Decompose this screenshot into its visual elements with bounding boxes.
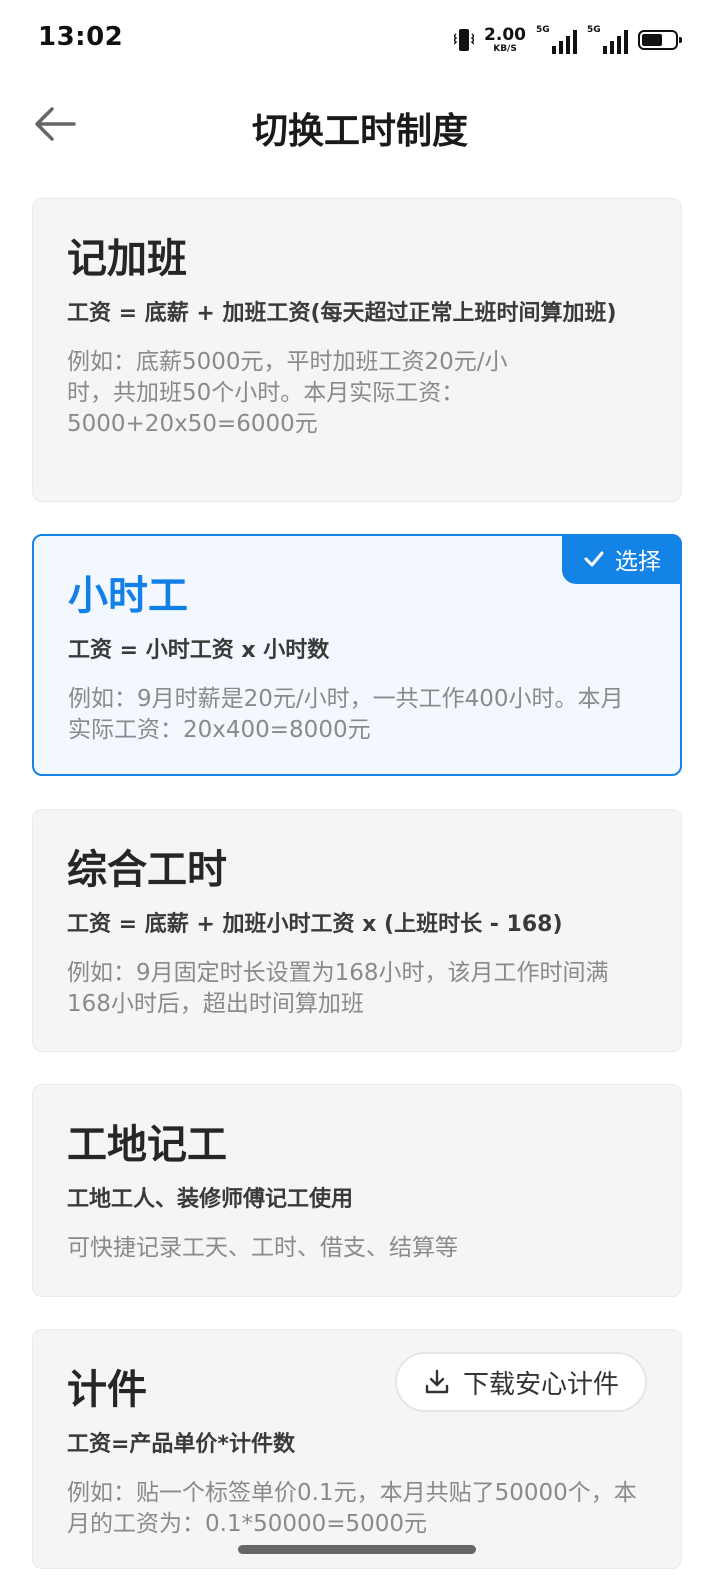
card-formula: 工资 = 底薪 + 加班工资(每天超过正常上班时间算加班) (67, 301, 617, 326)
network-speed: 2.00 KB/S (484, 24, 526, 54)
card-title: 记加班 (67, 236, 187, 282)
signal-2-label: 5G (587, 25, 601, 35)
card-comprehensive-hours[interactable]: 综合工时 工资 = 底薪 + 加班小时工资 x (上班时长 - 168) 例如：… (32, 809, 682, 1052)
download-icon (425, 1369, 449, 1394)
card-example: 例如：贴一个标签单价0.1元，本月共贴了50000个，本月的工资为：0.1*50… (67, 1480, 637, 1537)
card-formula: 工资 = 底薪 + 加班小时工资 x (上班时长 - 168) (67, 912, 563, 937)
card-formula: 工资 = 小时工资 x 小时数 (68, 638, 330, 663)
home-indicator[interactable] (238, 1545, 476, 1554)
download-app-label: 下载安心计件 (462, 1369, 619, 1400)
signal-5g-icon-2: 5G (587, 25, 628, 54)
card-construction[interactable]: 工地记工 工地工人、装修师傅记工使用 可快捷记录工天、工时、借支、结算等 (32, 1084, 682, 1297)
header: 切换工时制度 (0, 88, 720, 160)
card-overtime[interactable]: 记加班 工资 = 底薪 + 加班工资(每天超过正常上班时间算加班) 例如：底薪5… (32, 198, 682, 502)
selected-badge-label: 选择 (615, 549, 661, 575)
status-bar: 13:02 2.00 KB/S 5G 5G (0, 0, 720, 80)
check-icon (584, 551, 604, 567)
page-title: 切换工时制度 (251, 111, 468, 152)
card-example: 例如：底薪5000元，平时加班工资20元/小时，共加班50个小时。本月实际工资：… (67, 349, 508, 437)
card-hourly[interactable]: 选择 小时工 工资 = 小时工资 x 小时数 例如：9月时薪是20元/小时，一共… (32, 534, 682, 776)
card-example: 例如：9月固定时长设置为168小时，该月工作时间满168小时后，超出时间算加班 (67, 960, 609, 1017)
download-app-button[interactable]: 下载安心计件 (395, 1352, 647, 1412)
signal-1-label: 5G (536, 25, 550, 35)
network-speed-unit: KB/S (493, 43, 517, 54)
status-time: 13:02 (38, 22, 124, 52)
card-title: 综合工时 (67, 847, 227, 893)
vibrate-icon (454, 29, 475, 51)
card-title: 小时工 (68, 573, 188, 619)
card-piecework[interactable]: 下载安心计件 计件 工资=产品单价*计件数 例如：贴一个标签单价0.1元，本月共… (32, 1329, 682, 1569)
network-speed-value: 2.00 (484, 24, 526, 45)
card-formula: 工资=产品单价*计件数 (67, 1432, 295, 1457)
battery-icon (638, 30, 682, 50)
card-formula: 工地工人、装修师傅记工使用 (67, 1187, 354, 1212)
card-example: 可快捷记录工天、工时、借支、结算等 (67, 1235, 458, 1261)
status-icons: 2.00 KB/S 5G 5G (454, 24, 682, 56)
card-title: 工地记工 (67, 1122, 227, 1168)
selected-badge: 选择 (562, 534, 682, 584)
card-example: 例如：9月时薪是20元/小时，一共工作400小时。本月实际工资：20x400=8… (68, 686, 624, 743)
signal-5g-icon-1: 5G (536, 25, 577, 54)
